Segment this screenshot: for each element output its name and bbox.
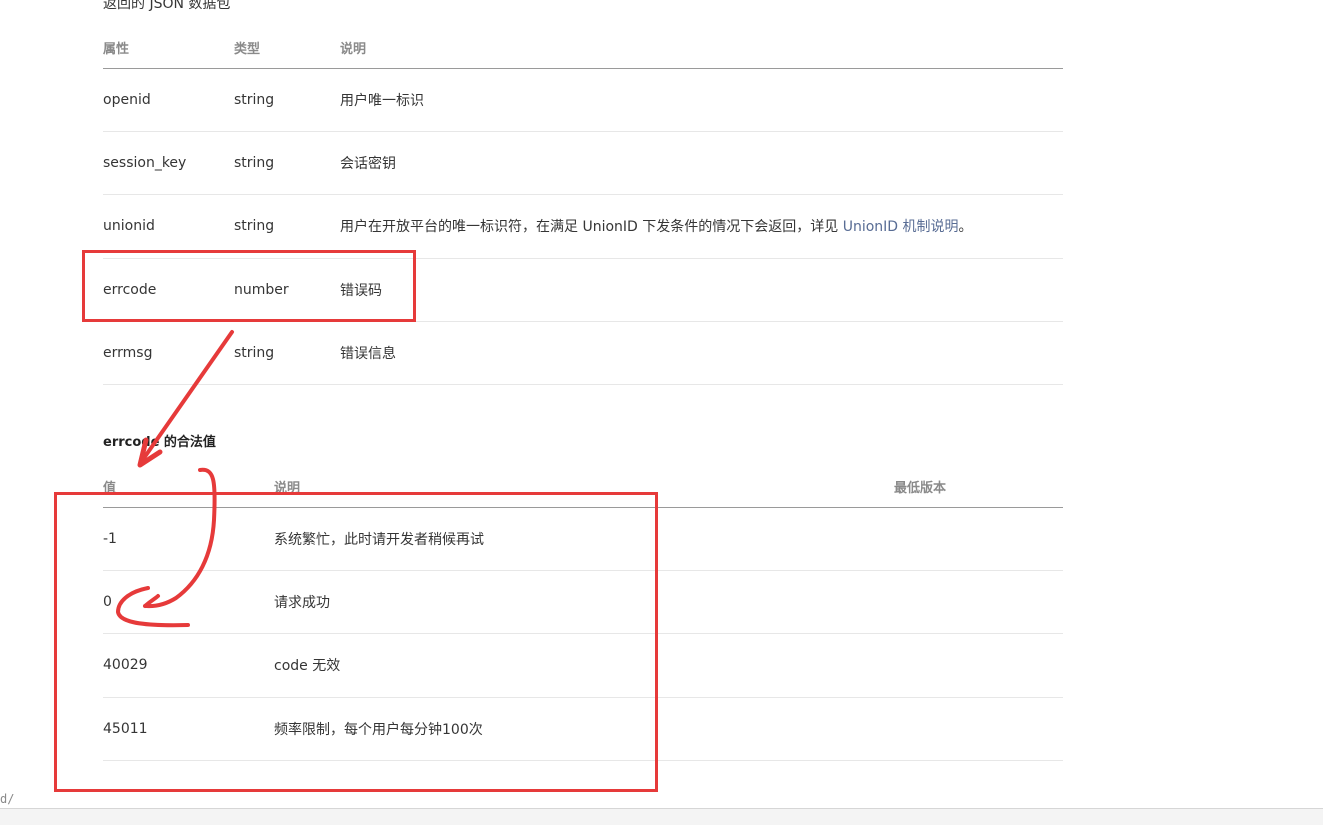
table-row: 0 请求成功 [103,570,1063,635]
table-row: errcode number 错误码 [103,258,1063,323]
property-name: errmsg [103,321,234,386]
property-name: errcode [103,258,234,323]
errcode-value: 45011 [103,697,274,762]
property-description: 用户唯一标识 [340,68,1063,132]
property-description: 错误码 [340,258,1063,323]
table-header-row: 属性 类型 说明 [103,28,1063,69]
table-row: openid string 用户唯一标识 [103,68,1063,132]
column-header-type: 类型 [234,28,340,69]
property-description: 会话密钥 [340,131,1063,196]
column-header-property: 属性 [103,28,234,69]
errcode-values-table: 值 说明 最低版本 -1 系统繁忙，此时请开发者稍候再试 0 请求成功 4002… [103,467,1063,762]
errcode-description: 频率限制，每个用户每分钟100次 [274,697,894,762]
column-header-value: 值 [103,467,274,508]
errcode-min-version [894,697,1063,762]
table-row: unionid string 用户在开放平台的唯一标识符，在满足 UnionID… [103,194,1063,259]
property-name: unionid [103,194,234,259]
errcode-value: 40029 [103,633,274,698]
errcode-description: code 无效 [274,633,894,698]
description-end: 。 [958,219,973,236]
column-header-description: 说明 [274,467,894,508]
errcode-description: 请求成功 [274,570,894,635]
property-description: 用户在开放平台的唯一标识符，在满足 UnionID 下发条件的情况下会返回，详见… [340,194,1063,259]
url-fragment: d/ [0,792,15,806]
errcode-values-heading: errcode 的合法值 [103,435,216,450]
table-row: 45011 频率限制，每个用户每分钟100次 [103,697,1063,762]
errcode-value: 0 [103,570,274,635]
column-header-min-version: 最低版本 [894,467,1063,508]
table-row: session_key string 会话密钥 [103,131,1063,196]
properties-table: 属性 类型 说明 openid string 用户唯一标识 session_ke… [103,28,1063,386]
errcode-min-version [894,507,1063,571]
property-name: openid [103,68,234,132]
errcode-min-version [894,633,1063,698]
property-name: session_key [103,131,234,196]
table-row: 40029 code 无效 [103,633,1063,698]
property-type: number [234,258,340,323]
table-row: -1 系统繁忙，此时请开发者稍候再试 [103,507,1063,571]
table-row: errmsg string 错误信息 [103,321,1063,386]
errcode-description: 系统繁忙，此时请开发者稍候再试 [274,507,894,571]
errcode-value: -1 [103,507,274,571]
property-type: string [234,68,340,132]
property-type: string [234,131,340,196]
section-caption: 返回的 JSON 数据包 [103,0,231,12]
status-bar [0,808,1323,825]
property-description: 错误信息 [340,321,1063,386]
column-header-description: 说明 [340,28,1063,69]
description-text: 用户在开放平台的唯一标识符，在满足 UnionID 下发条件的情况下会返回，详见 [340,219,843,236]
table-header-row: 值 说明 最低版本 [103,467,1063,508]
property-type: string [234,321,340,386]
property-type: string [234,194,340,259]
unionid-doc-link[interactable]: UnionID 机制说明 [843,219,959,235]
errcode-min-version [894,570,1063,635]
